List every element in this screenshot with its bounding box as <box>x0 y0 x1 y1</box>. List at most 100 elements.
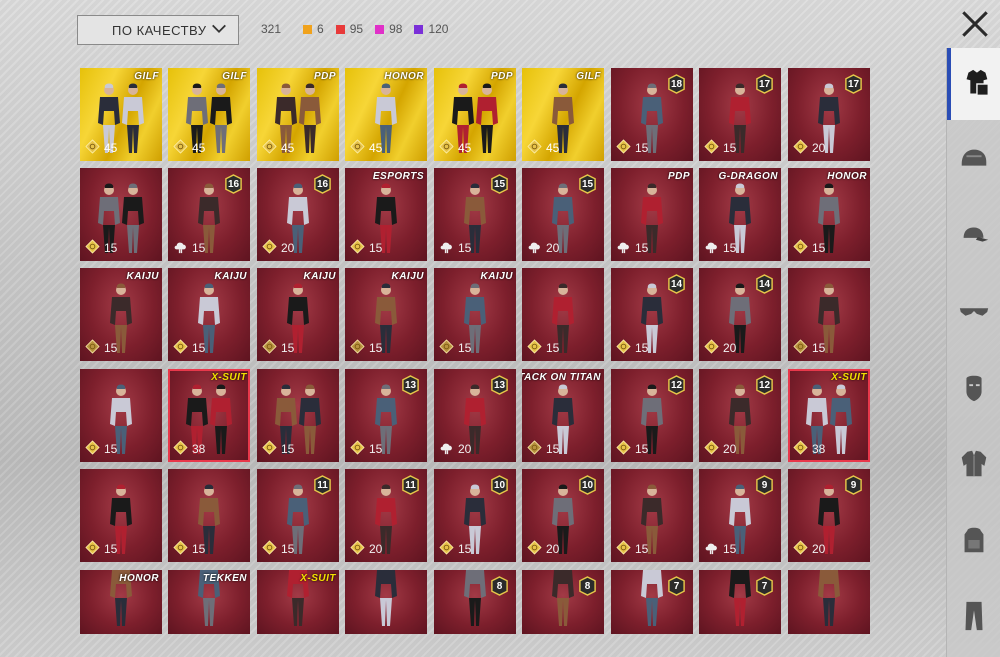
level-number: 12 <box>670 379 683 391</box>
price-tag: 38 <box>793 440 825 458</box>
outfit-card[interactable]: 9 20 <box>788 469 870 562</box>
price-value: 15 <box>812 241 826 255</box>
outfit-card[interactable]: KAIJU 15 <box>168 268 250 361</box>
outfit-card[interactable]: 15 <box>788 268 870 361</box>
outfit-card[interactable]: KAIJU 15 <box>345 268 427 361</box>
level-badge: 13 <box>401 375 420 395</box>
outfit-card[interactable]: GILF 45 <box>168 68 250 161</box>
coin-icon <box>793 339 812 357</box>
outfit-card[interactable]: 16 15 <box>168 168 250 261</box>
outfit-card[interactable]: 11 20 <box>345 469 427 562</box>
outfit-card[interactable]: HONOR <box>80 570 162 634</box>
price-value: 15 <box>369 241 383 255</box>
coin-icon <box>704 440 723 458</box>
outfit-card[interactable]: ESPORTS 15 <box>345 168 427 261</box>
coin-icon <box>262 440 281 458</box>
tab-jacket[interactable] <box>947 428 1000 500</box>
price-value: 15 <box>723 241 737 255</box>
outfit-card[interactable]: 12 20 <box>699 369 781 462</box>
outfit-card[interactable]: X-SUIT 38 <box>788 369 870 462</box>
level-badge: 7 <box>667 576 686 596</box>
level-badge: 9 <box>755 475 774 495</box>
level-number: 11 <box>317 479 328 491</box>
sort-dropdown[interactable]: ПО КАЧЕСТВУ <box>77 15 239 45</box>
price-value: 15 <box>723 542 737 556</box>
outfit-card[interactable]: KAIJU 15 <box>434 268 516 361</box>
outfit-card[interactable]: 13 20 <box>434 369 516 462</box>
outfit-card[interactable]: 8 <box>522 570 604 634</box>
brand-logo: PDP <box>490 71 513 82</box>
brand-logo: HONOR <box>384 71 424 82</box>
tab-glasses[interactable] <box>947 276 1000 348</box>
outfit-card[interactable]: 14 20 <box>699 268 781 361</box>
outfit-card[interactable]: PDP 45 <box>434 68 516 161</box>
outfit-card[interactable]: 15 20 <box>522 168 604 261</box>
coin-icon <box>173 440 192 458</box>
outfit-icon <box>966 69 989 97</box>
outfit-card[interactable]: 12 15 <box>611 369 693 462</box>
outfit-card[interactable]: 7 <box>699 570 781 634</box>
outfit-card[interactable]: 15 <box>80 369 162 462</box>
outfit-card[interactable]: 15 <box>522 268 604 361</box>
tab-pants[interactable] <box>947 580 1000 652</box>
outfit-card[interactable]: 17 15 <box>699 68 781 161</box>
outfit-card[interactable]: X-SUIT <box>257 570 339 634</box>
price-value: 20 <box>369 542 383 556</box>
outfit-card[interactable]: KAIJU 15 <box>80 268 162 361</box>
tab-helmet[interactable] <box>947 124 1000 196</box>
outfit-card[interactable]: 15 <box>611 469 693 562</box>
outfit-card[interactable]: 18 15 <box>611 68 693 161</box>
outfit-card[interactable]: 9 15 <box>699 469 781 562</box>
outfit-card[interactable]: 11 15 <box>257 469 339 562</box>
level-number: 8 <box>584 580 591 592</box>
level-badge: 12 <box>755 375 774 395</box>
cloud-currency-icon <box>704 239 723 257</box>
outfit-card[interactable]: 15 <box>257 369 339 462</box>
cloud-currency-icon <box>704 540 723 558</box>
outfit-card[interactable]: 15 <box>80 168 162 261</box>
tab-outfit[interactable] <box>947 48 1000 120</box>
outfit-card[interactable]: 8 <box>434 570 516 634</box>
outfit-card[interactable]: 15 15 <box>434 168 516 261</box>
coin-icon <box>350 339 369 357</box>
coin-icon <box>793 540 812 558</box>
outfit-card[interactable]: 14 15 <box>611 268 693 361</box>
legend-swatch <box>375 24 385 34</box>
price-tag: 15 <box>616 540 648 558</box>
outfit-card[interactable]: PDP 15 <box>611 168 693 261</box>
level-number: 10 <box>581 479 594 491</box>
tab-cap[interactable] <box>947 200 1000 272</box>
outfit-card[interactable]: 15 <box>168 469 250 562</box>
outfit-card[interactable] <box>345 570 427 634</box>
outfit-card[interactable]: G-DRAGON 15 <box>699 168 781 261</box>
coin-icon <box>527 139 546 157</box>
outfit-card[interactable]: 16 20 <box>257 168 339 261</box>
price-value: 15 <box>192 542 206 556</box>
outfit-card[interactable]: 10 20 <box>522 469 604 562</box>
legend-swatch <box>335 24 345 34</box>
outfit-card[interactable]: X-SUIT 38 <box>168 369 250 462</box>
tab-backpack[interactable] <box>947 504 1000 576</box>
outfit-card[interactable]: 10 15 <box>434 469 516 562</box>
outfit-card[interactable]: HONOR 45 <box>345 68 427 161</box>
outfit-card[interactable]: ATTACK ON TITAN 15 <box>522 369 604 462</box>
outfit-card[interactable] <box>788 570 870 634</box>
tab-mask[interactable] <box>947 352 1000 424</box>
close-button[interactable] <box>958 7 992 41</box>
mask-icon <box>966 375 982 402</box>
outfit-card[interactable]: KAIJU 15 <box>257 268 339 361</box>
outfit-card[interactable]: GILF 45 <box>80 68 162 161</box>
outfit-card[interactable]: 13 15 <box>345 369 427 462</box>
level-badge: 10 <box>578 475 597 495</box>
outfit-card[interactable]: 17 20 <box>788 68 870 161</box>
outfit-card[interactable]: 15 <box>80 469 162 562</box>
coin-icon <box>439 540 458 558</box>
outfit-card[interactable]: PDP 45 <box>257 68 339 161</box>
outfit-card[interactable]: GILF 45 <box>522 68 604 161</box>
brand-logo: KAIJU <box>303 271 336 282</box>
outfit-card[interactable]: TEKKEN <box>168 570 250 634</box>
price-tag: 15 <box>85 440 117 458</box>
outfit-card[interactable]: HONOR 15 <box>788 168 870 261</box>
outfit-card[interactable]: 7 <box>611 570 693 634</box>
level-number: 14 <box>670 278 683 290</box>
